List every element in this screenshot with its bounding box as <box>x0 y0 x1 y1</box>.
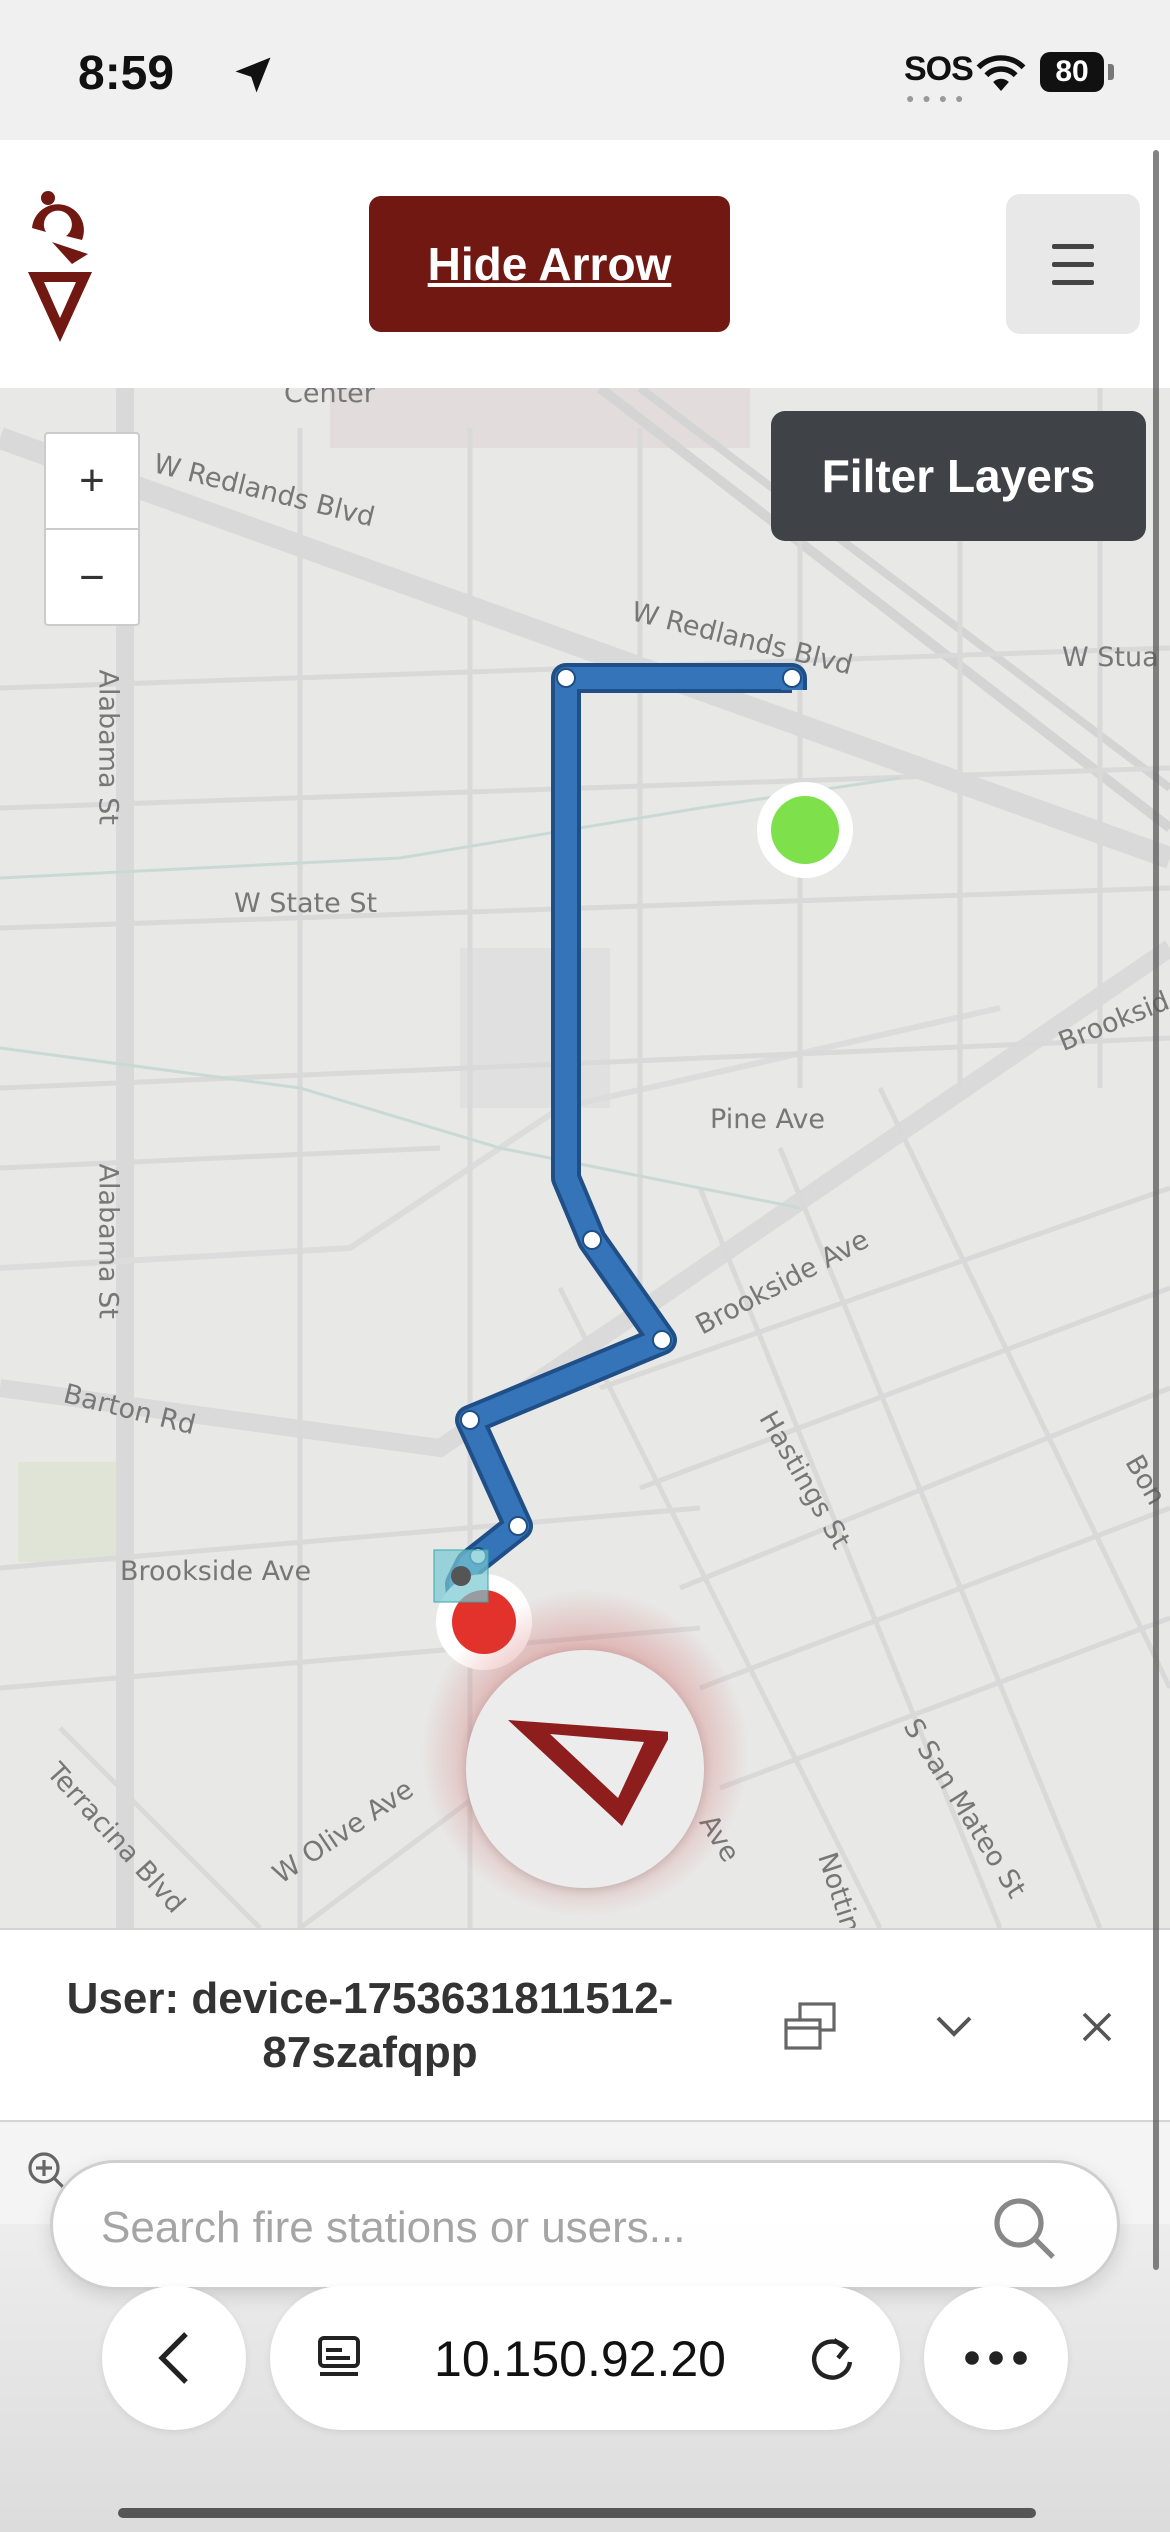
wifi-icon <box>976 55 1026 91</box>
reload-icon[interactable] <box>806 2332 858 2384</box>
page-scrollbar[interactable] <box>1153 150 1159 2270</box>
popout-window-icon[interactable] <box>784 2002 836 2052</box>
zoom-control: + − <box>44 432 140 626</box>
street-label: Pine Ave <box>710 1104 825 1135</box>
sos-indicator: SOS <box>904 50 974 88</box>
street-label: Alabama St <box>92 669 124 825</box>
chevron-down-icon[interactable] <box>934 2012 974 2042</box>
search-input[interactable] <box>101 2193 981 2263</box>
direction-arrow-icon <box>508 1720 668 1826</box>
zoom-plus-icon[interactable] <box>26 2150 66 2190</box>
zoom-in-button[interactable]: + <box>46 434 138 530</box>
hamburger-menu-button[interactable] <box>1006 194 1140 334</box>
battery-tip <box>1108 64 1114 80</box>
search-icon[interactable] <box>989 2193 1059 2263</box>
app-header: Hide Arrow <box>0 140 1170 388</box>
close-icon[interactable] <box>1082 2012 1112 2042</box>
address-bar[interactable]: 10.150.92.20 <box>270 2286 900 2430</box>
street-label: Brookside Ave <box>120 1556 312 1587</box>
direction-arrow-button[interactable] <box>466 1650 704 1888</box>
street-label: Alabama St <box>92 1163 124 1319</box>
zoom-out-button[interactable]: − <box>46 530 138 626</box>
tab-overview-icon[interactable] <box>316 2334 362 2380</box>
hide-arrow-button[interactable]: Hide Arrow <box>369 196 730 332</box>
street-label: W Stua <box>1062 642 1159 673</box>
chevron-left-icon <box>158 2332 188 2384</box>
more-options-button[interactable] <box>924 2286 1068 2430</box>
signal-dots: ● ● ● ● <box>906 90 966 106</box>
location-arrow-icon <box>235 57 271 93</box>
home-indicator <box>118 2508 1036 2518</box>
search-bar <box>50 2160 1120 2290</box>
filter-layers-button[interactable]: Filter Layers <box>771 411 1146 541</box>
map-view[interactable]: W Redlands Blvd W Redlands Blvd W Stua A… <box>0 388 1170 1928</box>
url-text: 10.150.92.20 <box>434 2331 726 2387</box>
battery-indicator: 80 <box>1040 52 1104 92</box>
street-label: Center <box>284 388 375 409</box>
user-panel: User: device-1753631811512-87szafqpp <box>0 1928 1170 2122</box>
user-title: User: device-1753631811512-87szafqpp <box>66 1974 674 2077</box>
status-time: 8:59 <box>78 47 175 100</box>
status-bar: 8:59 SOS ● ● ● ● 80 <box>0 0 1170 140</box>
app-logo <box>28 191 92 342</box>
browser-back-button[interactable] <box>102 2286 246 2430</box>
street-label: W State St <box>234 888 378 919</box>
ellipsis-icon <box>965 2351 1027 2365</box>
